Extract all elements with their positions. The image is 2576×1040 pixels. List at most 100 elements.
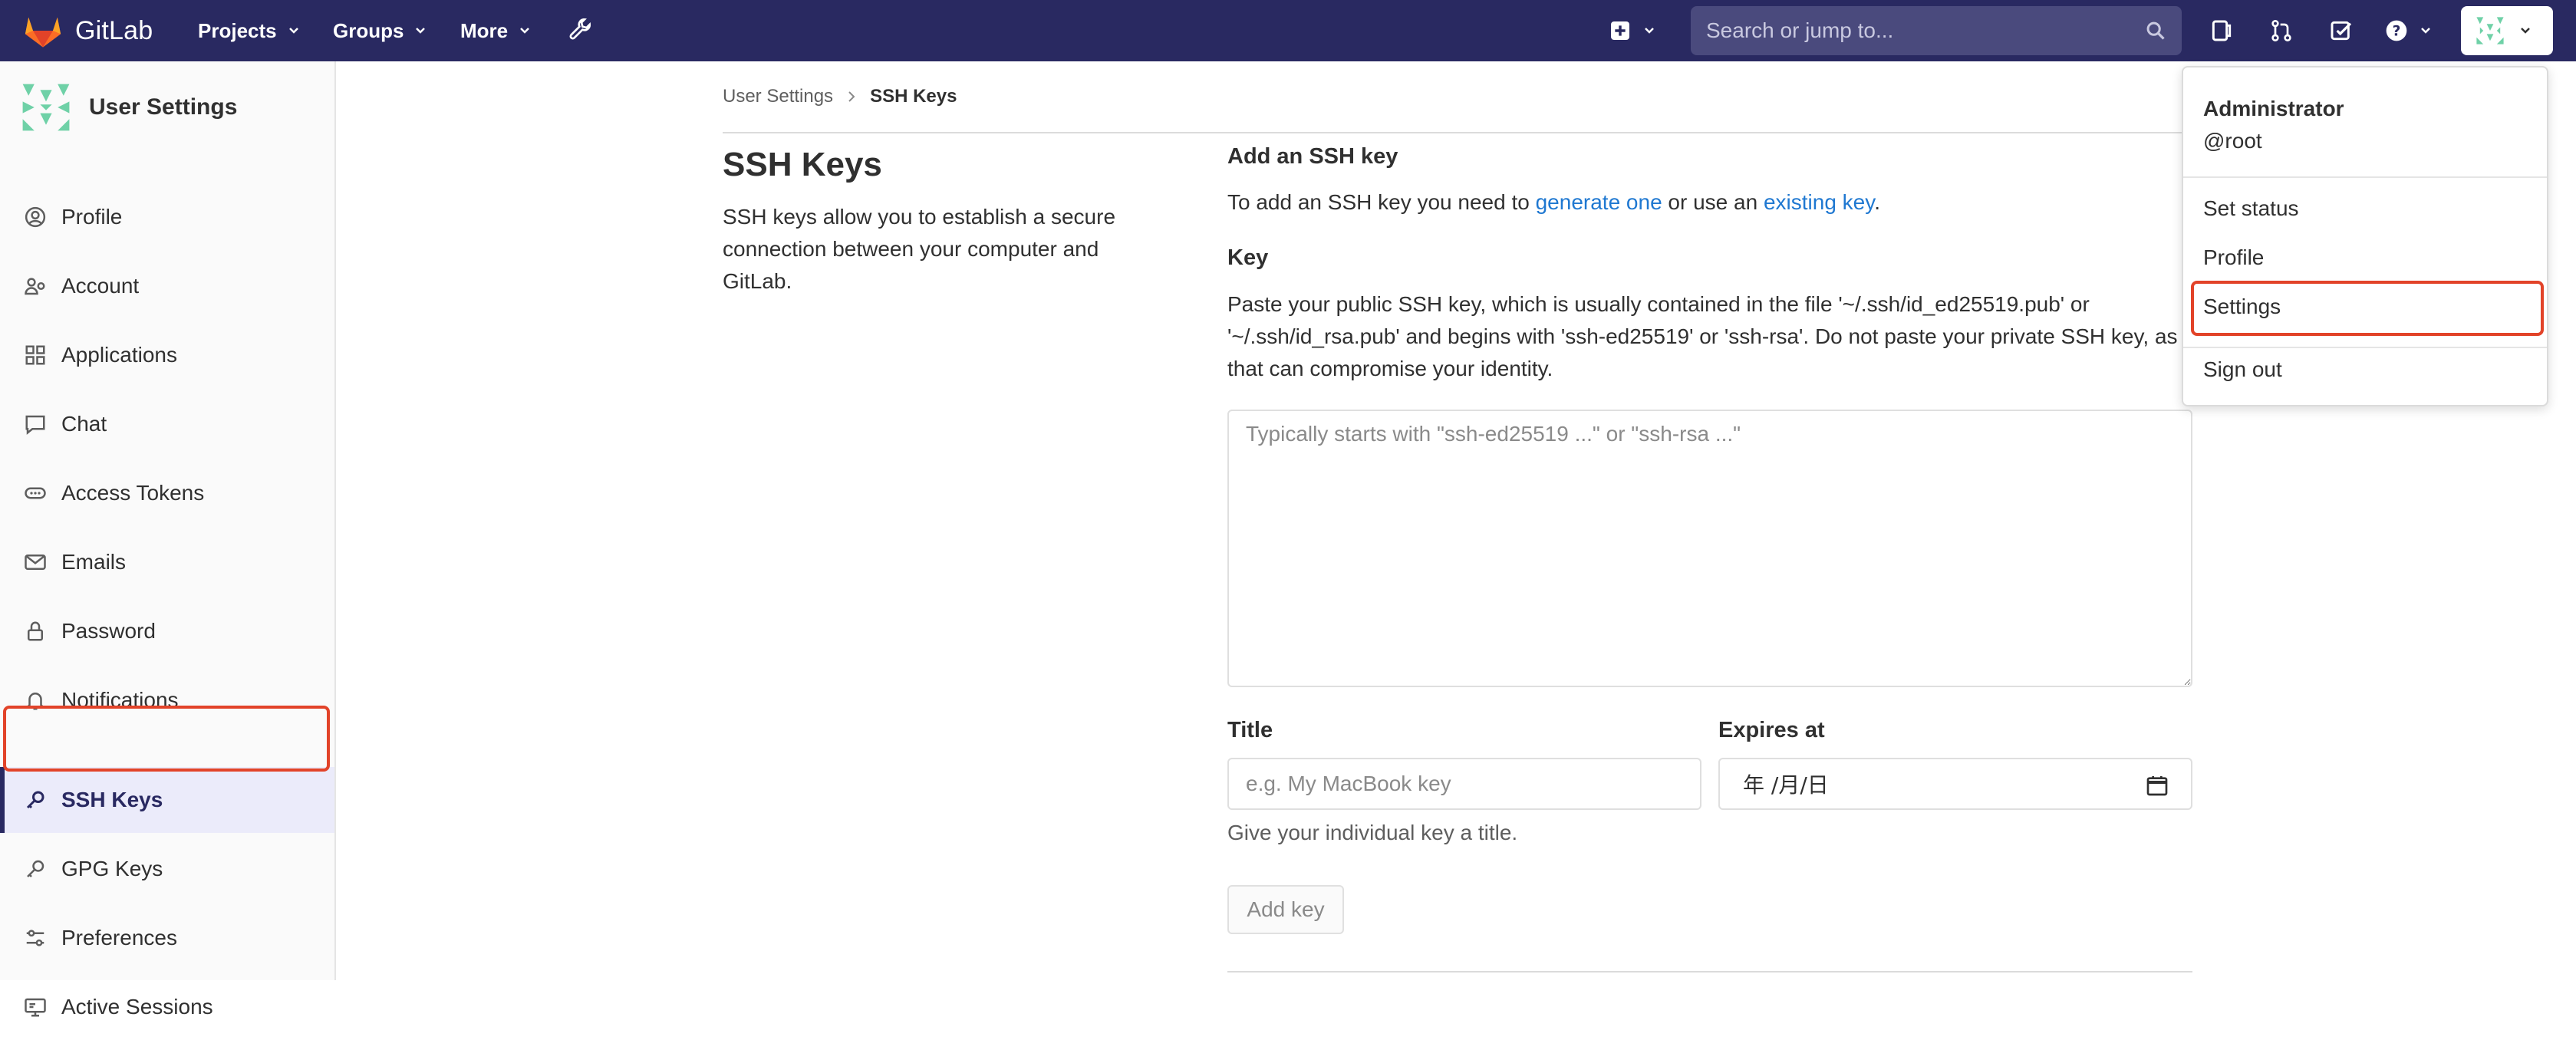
preferences-icon [23,926,48,950]
intro-text: To add an SSH key you need to generate o… [1227,190,1880,215]
intro-prefix: To add an SSH key you need to [1227,190,1536,214]
chevron-down-icon [2521,28,2530,34]
menu-item-sign-out[interactable]: Sign out [2203,357,2282,382]
svg-text:?: ? [2393,24,2401,40]
nav-groups-dropdown[interactable]: Groups [333,0,427,61]
mail-icon [23,550,48,574]
new-item-plus-icon[interactable] [1605,15,1636,46]
key-label: Key [1227,245,1269,270]
brand-name: GitLab [75,15,153,45]
nav-groups-label: Groups [333,18,404,42]
sidebar-item-password[interactable]: Password [0,598,334,664]
applications-icon [23,343,48,367]
admin-area-wrench-icon[interactable] [566,15,597,46]
sidebar-item-applications[interactable]: Applications [0,322,334,388]
nav-more-dropdown[interactable]: More [460,0,531,61]
user-handle: @root [2203,129,2262,153]
sidebar-item-gpg-keys[interactable]: GPG Keys [0,836,334,902]
chevron-down-icon [520,28,530,34]
todos-icon[interactable] [2326,15,2357,46]
divider [723,132,2192,133]
sidebar-item-preferences[interactable]: Preferences [0,905,334,971]
sidebar-item-label: Applications [61,343,177,367]
chevron-down-icon[interactable] [2420,26,2432,35]
expires-label: Expires at [1718,718,1825,742]
merge-requests-icon[interactable] [2266,15,2297,46]
menu-item-settings[interactable]: Settings [2203,295,2281,319]
sidebar-item-label: Preferences [61,926,177,949]
lock-icon [23,619,48,643]
title-label: Title [1227,718,1273,742]
sidebar-item-label: SSH Keys [61,788,163,811]
intro-middle: or use an [1662,190,1764,214]
calendar-icon[interactable] [2145,773,2169,798]
sidebar-item-account[interactable]: Account [0,253,334,319]
nav-projects-label: Projects [198,18,277,42]
sidebar-item-label: Profile [61,205,123,229]
page-description: SSH keys allow you to establish a secure… [723,205,1116,293]
menu-item-set-status[interactable]: Set status [2203,196,2299,221]
sidebar-item-chat[interactable]: Chat [0,391,334,457]
monitor-icon [23,995,48,1019]
token-icon [23,481,48,505]
help-icon[interactable]: ? [2381,15,2412,46]
generate-one-link[interactable]: generate one [1536,190,1662,214]
nav-projects-dropdown[interactable]: Projects [198,0,300,61]
issues-icon[interactable] [2206,15,2237,46]
existing-key-link[interactable]: existing key [1764,190,1874,214]
nav-more-label: More [460,18,509,42]
breadcrumb-current[interactable]: SSH Keys [870,86,957,107]
sidebar-item-label: Active Sessions [61,995,213,1019]
settings-sidebar: User Settings Profile Account Applicatio… [0,61,336,1019]
key-icon [23,788,48,812]
sidebar-item-label: Chat [61,412,107,436]
add-key-button[interactable]: Add key [1227,885,1344,934]
sidebar-item-label: Access Tokens [61,481,205,505]
chevron-down-icon [288,28,298,34]
avatar [2473,14,2507,48]
chevron-down-icon[interactable] [1643,26,1655,35]
user-avatar [17,78,75,137]
sidebar-header[interactable]: User Settings [17,78,237,137]
profile-icon [23,205,48,229]
divider [2183,176,2547,178]
user-menu-button[interactable] [2461,6,2553,55]
intro-suffix: . [1874,190,1880,214]
menu-item-profile[interactable]: Profile [2203,245,2264,270]
sidebar-item-ssh-keys[interactable]: SSH Keys [0,767,334,833]
user-name: Administrator [2203,97,2344,120]
sidebar-item-label: Notifications [61,688,179,712]
title-input[interactable] [1227,758,1701,810]
gitlab-logo-icon [25,17,61,48]
page-title: SSH Keys [723,146,882,183]
section-title: Add an SSH key [1227,144,1398,169]
breadcrumb: User Settings SSH Keys [723,86,957,107]
sidebar-item-emails[interactable]: Emails [0,529,334,595]
sidebar-item-notifications[interactable]: Notifications [0,667,334,733]
global-search[interactable] [1691,6,2182,55]
breadcrumb-root-link[interactable]: User Settings [723,86,833,107]
account-icon [23,274,48,298]
search-input[interactable] [1705,18,2122,44]
sidebar-item-label: GPG Keys [61,857,163,880]
expires-date-value: 年 /月/日 [1743,772,1829,798]
sidebar-item-access-tokens[interactable]: Access Tokens [0,460,334,526]
sidebar-item-profile[interactable]: Profile [0,184,334,250]
sidebar-item-label: Emails [61,550,127,574]
chevron-right-icon [848,91,855,102]
user-dropdown-menu: Administrator @root Set status Profile S… [2182,66,2548,406]
key-textarea[interactable] [1227,410,2192,687]
chevron-down-icon [416,28,426,34]
search-icon [2146,21,2165,40]
divider [2183,347,2547,348]
sidebar-item-label: Account [61,274,140,298]
expires-date-input[interactable]: 年 /月/日 [1718,758,2192,810]
bell-icon [23,688,48,713]
chat-icon [23,412,48,436]
brand-home-link[interactable]: GitLab [23,9,153,52]
sidebar-item-active-sessions[interactable]: Active Sessions [0,974,334,1040]
sidebar-title: User Settings [89,94,238,120]
top-navbar: GitLab Projects Groups More ? [0,0,2576,61]
divider [1227,971,2192,973]
key-icon [23,857,48,881]
